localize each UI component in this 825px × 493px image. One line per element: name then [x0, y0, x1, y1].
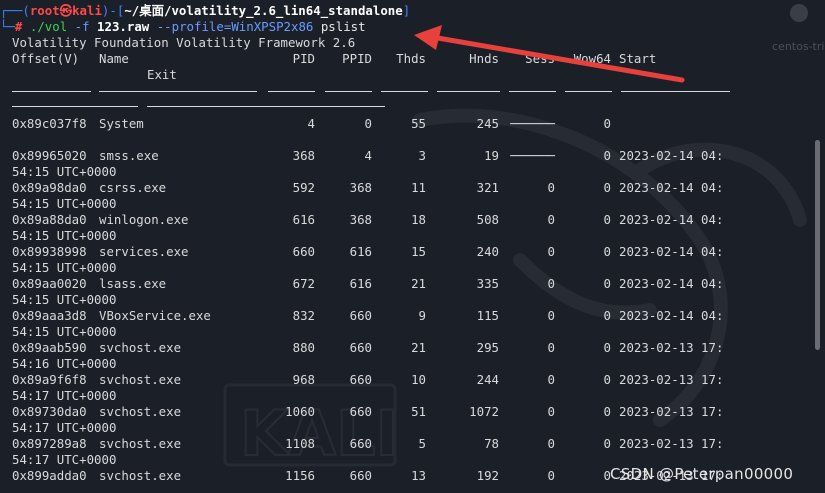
csdn-watermark: CSDN @Peterpan00000	[610, 465, 794, 483]
annotation-arrow	[414, 25, 685, 83]
scrollbar[interactable]	[815, 140, 820, 350]
